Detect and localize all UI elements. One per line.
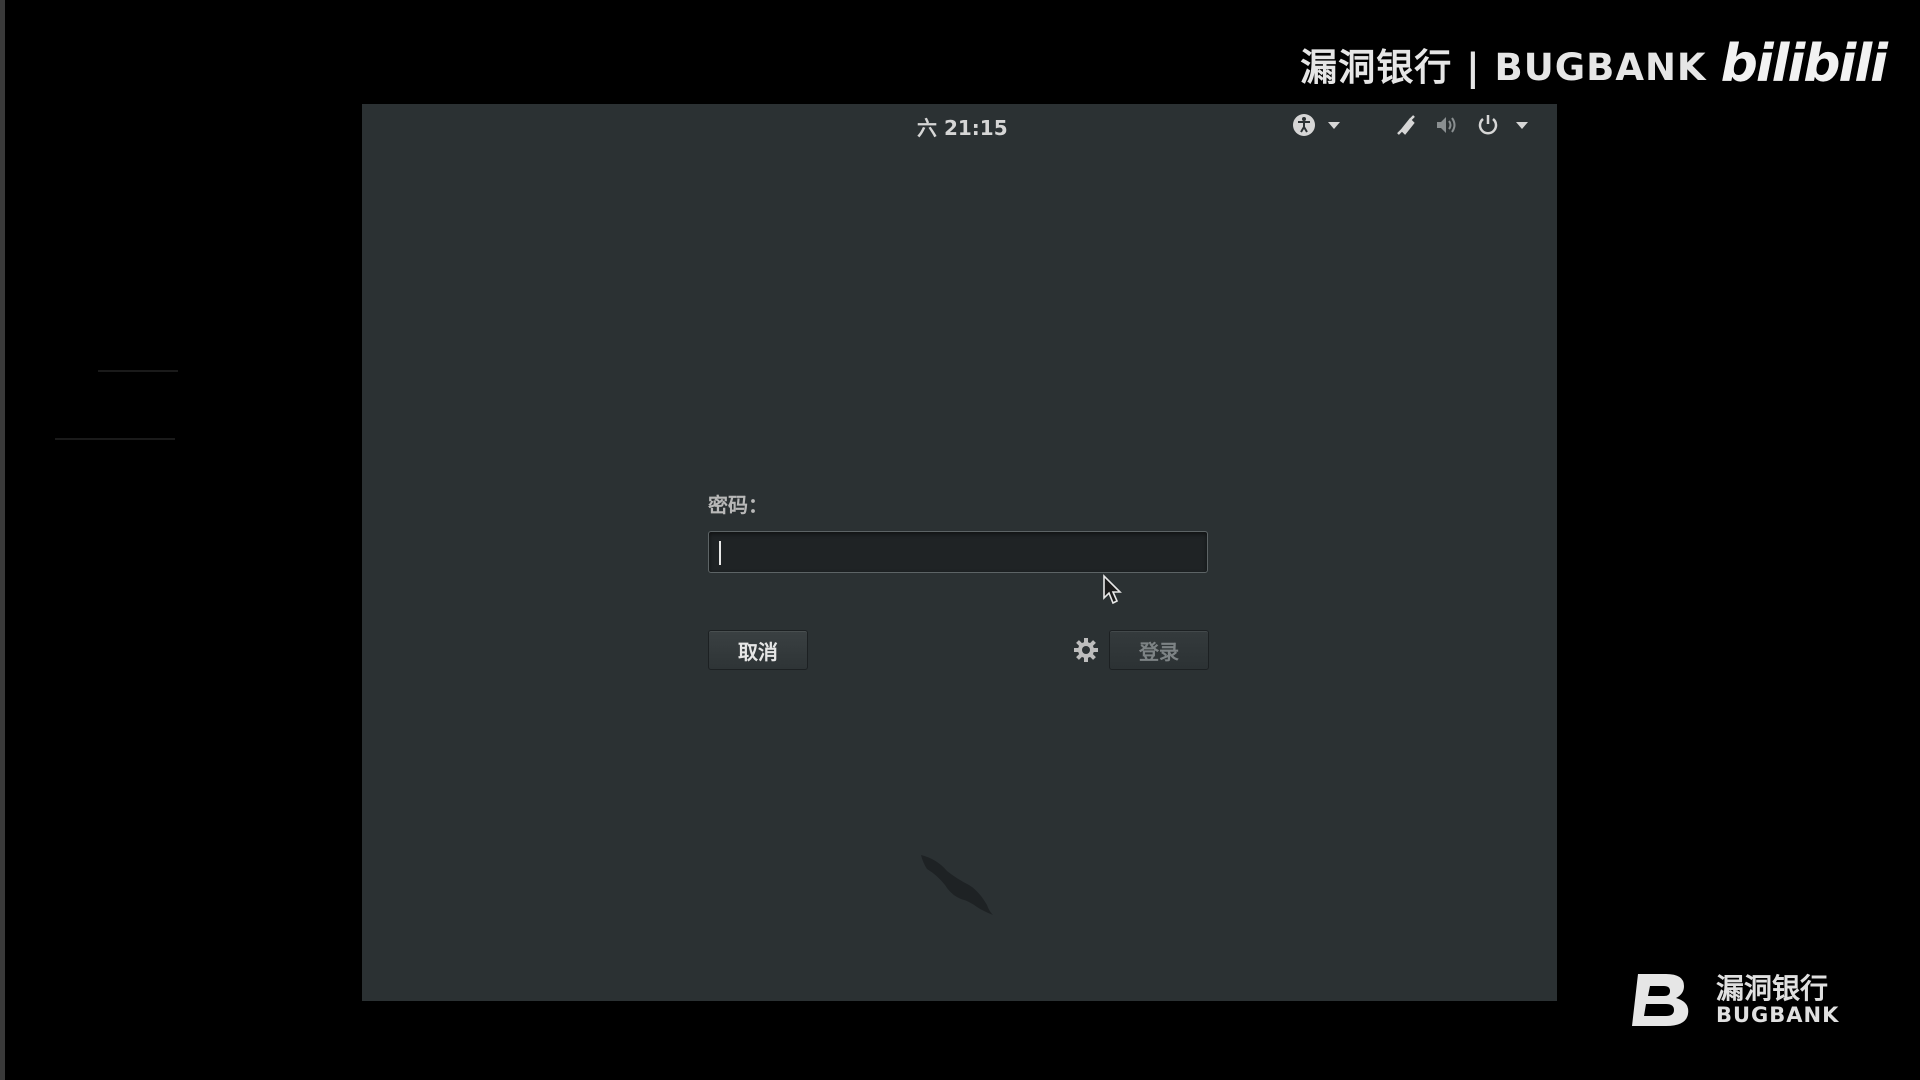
cancel-button[interactable]: 取消 [708,630,808,670]
password-input[interactable] [708,531,1208,573]
session-settings-icon[interactable] [1072,636,1100,664]
top-bar: 六 21:15 [362,104,1557,144]
bugbank-logo-icon [1632,974,1689,1026]
watermark-en-text: BUGBANK [1716,1002,1840,1027]
power-icon [1478,115,1498,135]
text-cursor [719,541,721,565]
frame-edge [0,0,5,1080]
accessibility-menu[interactable] [1292,110,1340,140]
artifact-line [55,438,175,440]
watermark-bottom: 漏洞银行 BUGBANK [1628,970,1839,1030]
clock[interactable]: 六 21:15 [917,112,1008,141]
password-label: 密码： [708,493,768,517]
watermark-text: 漏洞银行 | BUGBANK [1300,46,1707,89]
accessibility-icon [1293,114,1315,136]
watermark-top: 漏洞银行 | BUGBANK bilibili [1300,34,1888,94]
system-menu[interactable] [1394,110,1528,140]
vm-display: 六 21:15 密码： 取消 登录 [362,104,1557,1001]
artifact-line [98,370,178,372]
volume-icon [1437,117,1456,133]
mouse-pointer-icon [1103,574,1122,605]
screen: 漏洞银行 | BUGBANK bilibili 六 21:15 密码： 取消 登… [0,0,1920,1080]
caret-down-icon [1328,121,1340,129]
network-icon [1397,115,1415,135]
kali-dragon-logo [921,855,993,915]
caret-down-icon [1516,121,1528,129]
bilibili-logo: bilibili [1720,34,1888,94]
watermark-cn-text: 漏洞银行 [1716,972,1829,1006]
login-button[interactable]: 登录 [1109,630,1209,670]
